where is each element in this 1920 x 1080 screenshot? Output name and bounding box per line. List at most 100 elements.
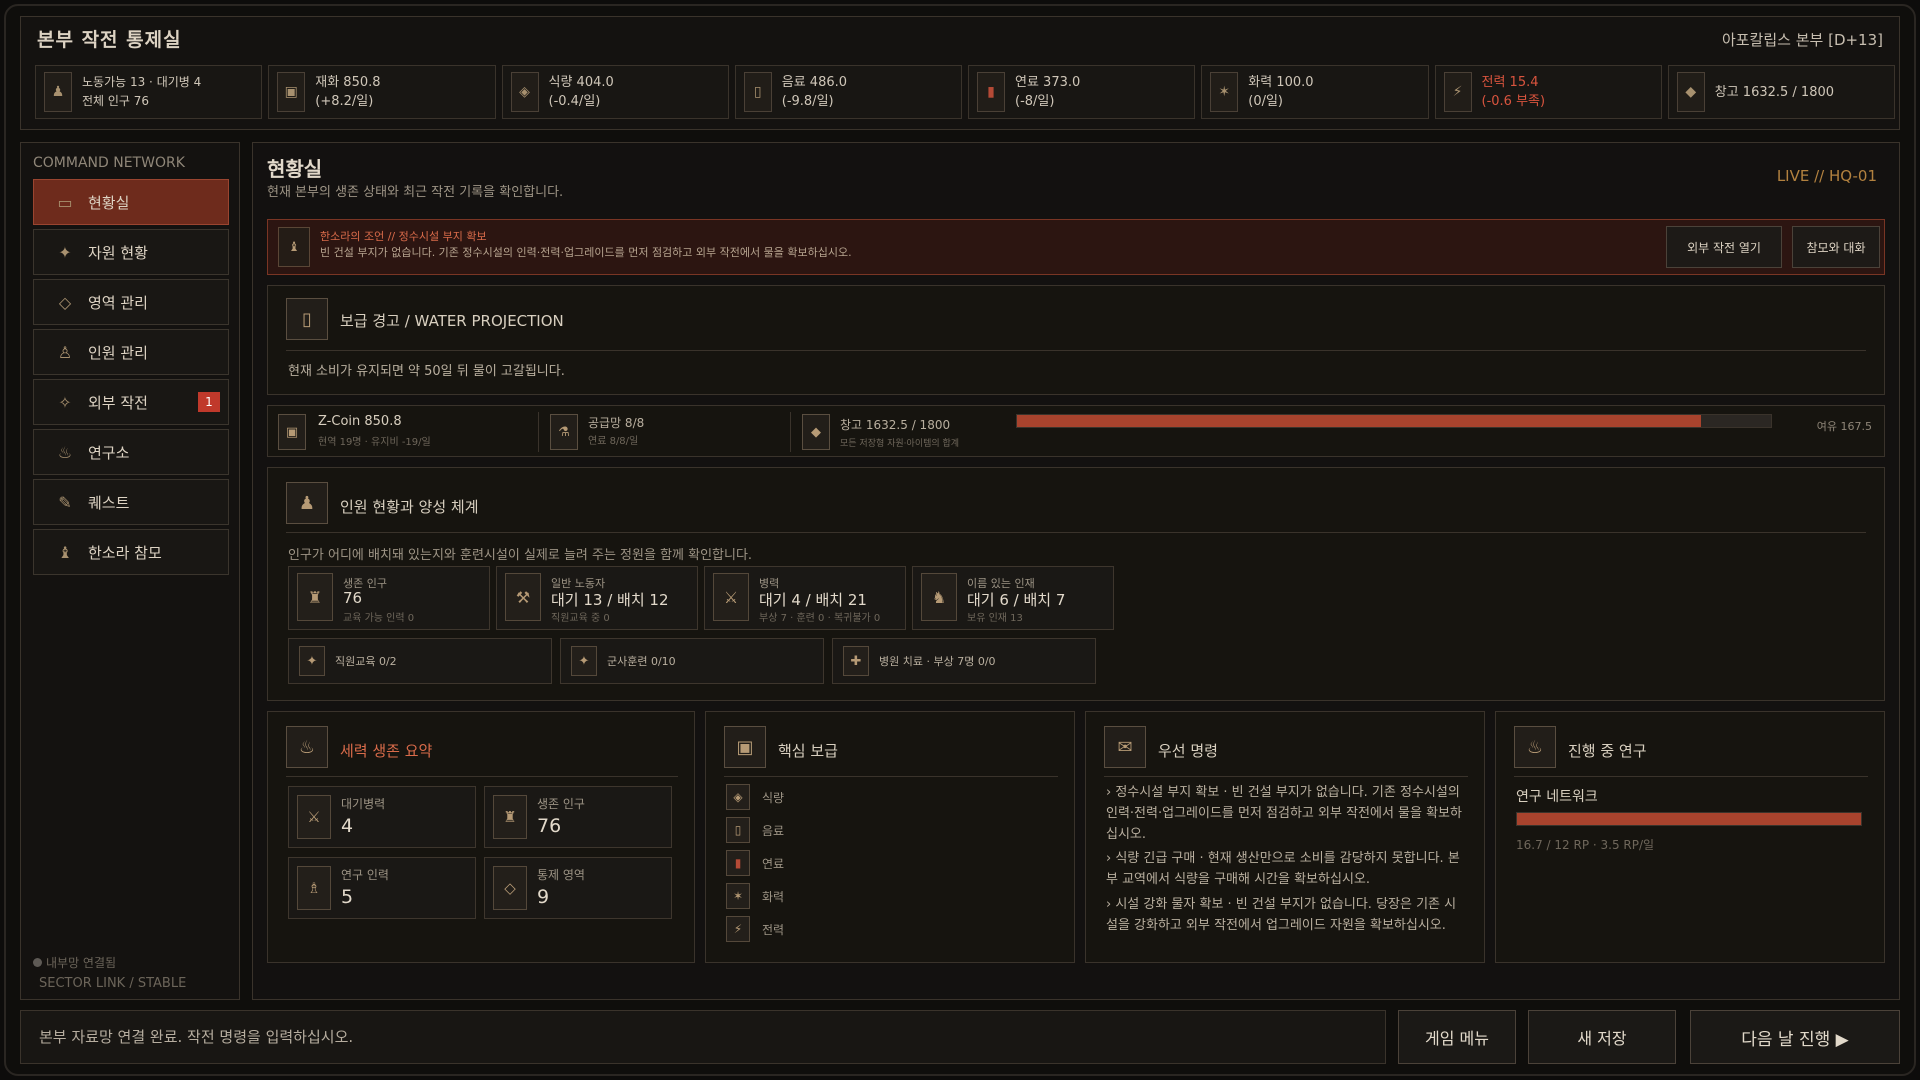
food-icon: ◈ bbox=[510, 72, 539, 112]
training-hospital[interactable]: ✚ 병원 치료 · 부상 7명 0/0 bbox=[832, 638, 1096, 684]
next-day-button[interactable]: 다음 날 진행 ▶ bbox=[1690, 1010, 1900, 1064]
panel-subtitle: 현재 본부의 생존 상태와 최근 작전 기록을 확인합니다. bbox=[267, 185, 564, 200]
training-military[interactable]: ✦ 군사훈련 0/10 bbox=[560, 638, 824, 684]
sidebar-item-lab[interactable]: ♨ 연구소 bbox=[33, 429, 229, 475]
storage-progress-bar bbox=[1016, 414, 1772, 428]
stat-population[interactable]: ♜ 생존 인구 76 교육 가능 인력 0 bbox=[288, 566, 490, 630]
resource-line: (0/일) bbox=[1248, 94, 1284, 109]
priority-orders-card: ✉ 우선 명령 › 정수시설 부지 확보 · 빈 건설 부지가 없습니다. 기존… bbox=[1085, 711, 1485, 963]
divider bbox=[538, 412, 539, 452]
lab-icon: ♨ bbox=[57, 442, 73, 462]
resource-power[interactable]: ⚡ 전력 15.4 (-0.6 부족) bbox=[1434, 65, 1662, 119]
warning-text: 현재 소비가 유지되면 약 50일 뒤 물이 고갈됩니다. bbox=[288, 364, 565, 379]
summary-value: 76 bbox=[537, 815, 562, 837]
worker-icon: ⚒ bbox=[505, 573, 541, 621]
orders-icon: ✉ bbox=[1104, 726, 1146, 768]
stat-talent[interactable]: ♞ 이름 있는 인재 대기 6 / 배치 7 보유 인재 13 bbox=[912, 566, 1114, 630]
priority-title: 우선 명령 bbox=[1158, 742, 1218, 760]
fuel-icon: ▮ bbox=[726, 850, 750, 876]
summary-standby-troops: ⚔ 대기병력 4 bbox=[288, 786, 476, 848]
resource-materials[interactable]: ▣ 재화 850.8 (+8.2/일) bbox=[268, 65, 496, 119]
stat-value: 대기 6 / 배치 7 bbox=[967, 591, 1066, 609]
research-progress-bar bbox=[1516, 812, 1862, 826]
sidebar-nav: ▭ 현황실 ✦ 자원 현황 ◇ 영역 관리 ♙ 인원 관리 ✧ 외부 작전 1 ♨ 연구소 ✎… bbox=[33, 179, 229, 579]
core-supply-card: ▣ 핵심 보급 ◈ 식량 ▯ 음료 ▮ 연료 ✶ 화력 ⚡ 전력 bbox=[705, 711, 1075, 963]
talk-advisor-button[interactable]: 참모와 대화 bbox=[1792, 226, 1880, 268]
firepower-icon: ✶ bbox=[1210, 72, 1239, 112]
core-supply-title: 핵심 보급 bbox=[778, 742, 838, 760]
resource-firepower[interactable]: ✶ 화력 100.0 (0/일) bbox=[1201, 65, 1429, 119]
sidebar-item-status-room[interactable]: ▭ 현황실 bbox=[33, 179, 229, 225]
storage-sub: 모든 저장형 자원·아이템의 합계 bbox=[840, 439, 960, 449]
hq-day-label: 아포칼립스 본부 [D+13] bbox=[1721, 31, 1883, 49]
research-card: ♨ 진행 중 연구 연구 네트워크 16.7 / 12 RP · 3.5 RP/… bbox=[1495, 711, 1885, 963]
summary-label: 연구 인력 bbox=[341, 868, 389, 882]
personnel-icon: ♙ bbox=[57, 342, 73, 362]
research-title: 진행 중 연구 bbox=[1568, 742, 1647, 760]
standby-troops-icon: ⚔ bbox=[297, 795, 331, 839]
divider bbox=[1514, 776, 1868, 777]
resource-food[interactable]: ◈ 식량 404.0 (-0.4/일) bbox=[501, 65, 729, 119]
territory-icon: ◇ bbox=[493, 866, 527, 910]
sidebar: COMMAND NETWORK ▭ 현황실 ✦ 자원 현황 ◇ 영역 관리 ♙ 인원 관… bbox=[20, 142, 240, 1000]
summary-value: 5 bbox=[341, 886, 354, 908]
resource-line: 노동가능 13 · 대기병 4 bbox=[82, 75, 202, 89]
resource-row: ♟ 노동가능 13 · 대기병 4 전체 인구 76 ▣ 재화 850.8 (+8.… bbox=[35, 65, 1895, 119]
command-input[interactable]: 본부 자료망 연결 완료. 작전 명령을 입력하십시오. bbox=[20, 1010, 1386, 1064]
talent-icon: ♞ bbox=[921, 573, 957, 621]
resource-workers[interactable]: ♟ 노동가능 13 · 대기병 4 전체 인구 76 bbox=[35, 65, 263, 119]
personnel-icon: ♟ bbox=[286, 482, 328, 524]
operations-icon: ✧ bbox=[58, 392, 72, 412]
military-training-icon: ✦ bbox=[571, 646, 597, 676]
resource-storage[interactable]: ◆ 창고 1632.5 / 1800 bbox=[1667, 65, 1895, 119]
sidebar-item-advisor[interactable]: ♝ 한소라 참모 bbox=[33, 529, 229, 575]
sidebar-item-quest[interactable]: ✎ 퀘스트 bbox=[33, 479, 229, 525]
water-can-icon: ▯ bbox=[286, 298, 328, 340]
divider bbox=[286, 776, 678, 777]
game-menu-button[interactable]: 게임 메뉴 bbox=[1398, 1010, 1516, 1064]
training-education[interactable]: ✦ 직원교육 0/2 bbox=[288, 638, 552, 684]
sidebar-item-operations[interactable]: ✧ 외부 작전 1 bbox=[33, 379, 229, 425]
panel-title: 현황실 bbox=[267, 157, 323, 181]
stat-sub: 교육 가능 인력 0 bbox=[343, 613, 415, 624]
supply-label: 전력 bbox=[762, 922, 785, 937]
summary-label: 대기병력 bbox=[341, 797, 386, 811]
training-label: 병원 치료 · 부상 7명 0/0 bbox=[879, 655, 996, 668]
resource-line: (-0.6 부족) bbox=[1481, 94, 1546, 109]
sector-link-status: SECTOR LINK / STABLE bbox=[39, 976, 187, 991]
sidebar-item-label: 영역 관리 bbox=[88, 293, 148, 312]
personnel-desc: 인구가 어디에 배치돼 있는지와 훈련시설이 실제로 늘려 주는 정원을 함께 … bbox=[288, 548, 753, 563]
priority-order[interactable]: › 시설 강화 물자 확보 · 빈 건설 부지가 없습니다. 당장은 기존 시설… bbox=[1106, 894, 1464, 936]
resource-water[interactable]: ▯ 음료 486.0 (-9.8/일) bbox=[734, 65, 962, 119]
fuel-icon: ▮ bbox=[977, 72, 1005, 112]
research-progress-fill bbox=[1517, 813, 1861, 825]
supply-label: 식량 bbox=[762, 790, 785, 805]
open-operations-button[interactable]: 외부 작전 열기 bbox=[1666, 226, 1782, 268]
new-save-button[interactable]: 새 저장 bbox=[1528, 1010, 1676, 1064]
resource-line: 전력 15.4 bbox=[1481, 75, 1539, 90]
soldier-icon: ⚔ bbox=[713, 573, 749, 621]
storage-icon: ◆ bbox=[1676, 72, 1705, 112]
priority-order[interactable]: › 식량 긴급 구매 · 현재 생산만으로 소비를 감당하지 못합니다. 본부 … bbox=[1106, 848, 1464, 890]
resource-line: 재화 850.8 bbox=[315, 75, 381, 90]
priority-order[interactable]: › 정수시설 부지 확보 · 빈 건설 부지가 없습니다. 기존 정수시설의 인… bbox=[1106, 782, 1464, 845]
education-icon: ✦ bbox=[299, 646, 325, 676]
sidebar-item-resources[interactable]: ✦ 자원 현황 bbox=[33, 229, 229, 275]
advisor-body: 빈 건설 부지가 없습니다. 기존 정수시설의 인력·전력·업그레이드를 먼저 … bbox=[320, 246, 852, 259]
sidebar-item-personnel[interactable]: ♙ 인원 관리 bbox=[33, 329, 229, 375]
coin-sub: 현역 19명 · 유지비 -19/일 bbox=[318, 437, 431, 448]
sidebar-item-label: 연구소 bbox=[88, 443, 130, 462]
stat-workers[interactable]: ⚒ 일반 노동자 대기 13 / 배치 12 직원교육 중 0 bbox=[496, 566, 698, 630]
resource-fuel[interactable]: ▮ 연료 373.0 (-8/일) bbox=[968, 65, 1196, 119]
summary-label: 통제 영역 bbox=[537, 868, 585, 882]
personnel-title: 인원 현황과 양성 체계 bbox=[340, 498, 479, 516]
storage-title: 창고 1632.5 / 1800 bbox=[840, 418, 951, 432]
sidebar-item-label: 현황실 bbox=[88, 193, 130, 212]
power-icon: ⚡ bbox=[726, 916, 750, 942]
research-name: 연구 네트워크 bbox=[1516, 789, 1598, 805]
stat-troops[interactable]: ⚔ 병력 대기 4 / 배치 21 부상 7 · 훈련 0 · 복귀불가 0 bbox=[704, 566, 906, 630]
survival-summary-card: ♨ 세력 생존 요약 ⚔ 대기병력 4 ♜ 생존 인구 76 ♗ 연구 인력 5 ◇ 통제 영… bbox=[267, 711, 695, 963]
resource-line: 음료 486.0 bbox=[781, 75, 848, 90]
resource-line: (+8.2/일) bbox=[315, 94, 374, 109]
sidebar-item-territory[interactable]: ◇ 영역 관리 bbox=[33, 279, 229, 325]
